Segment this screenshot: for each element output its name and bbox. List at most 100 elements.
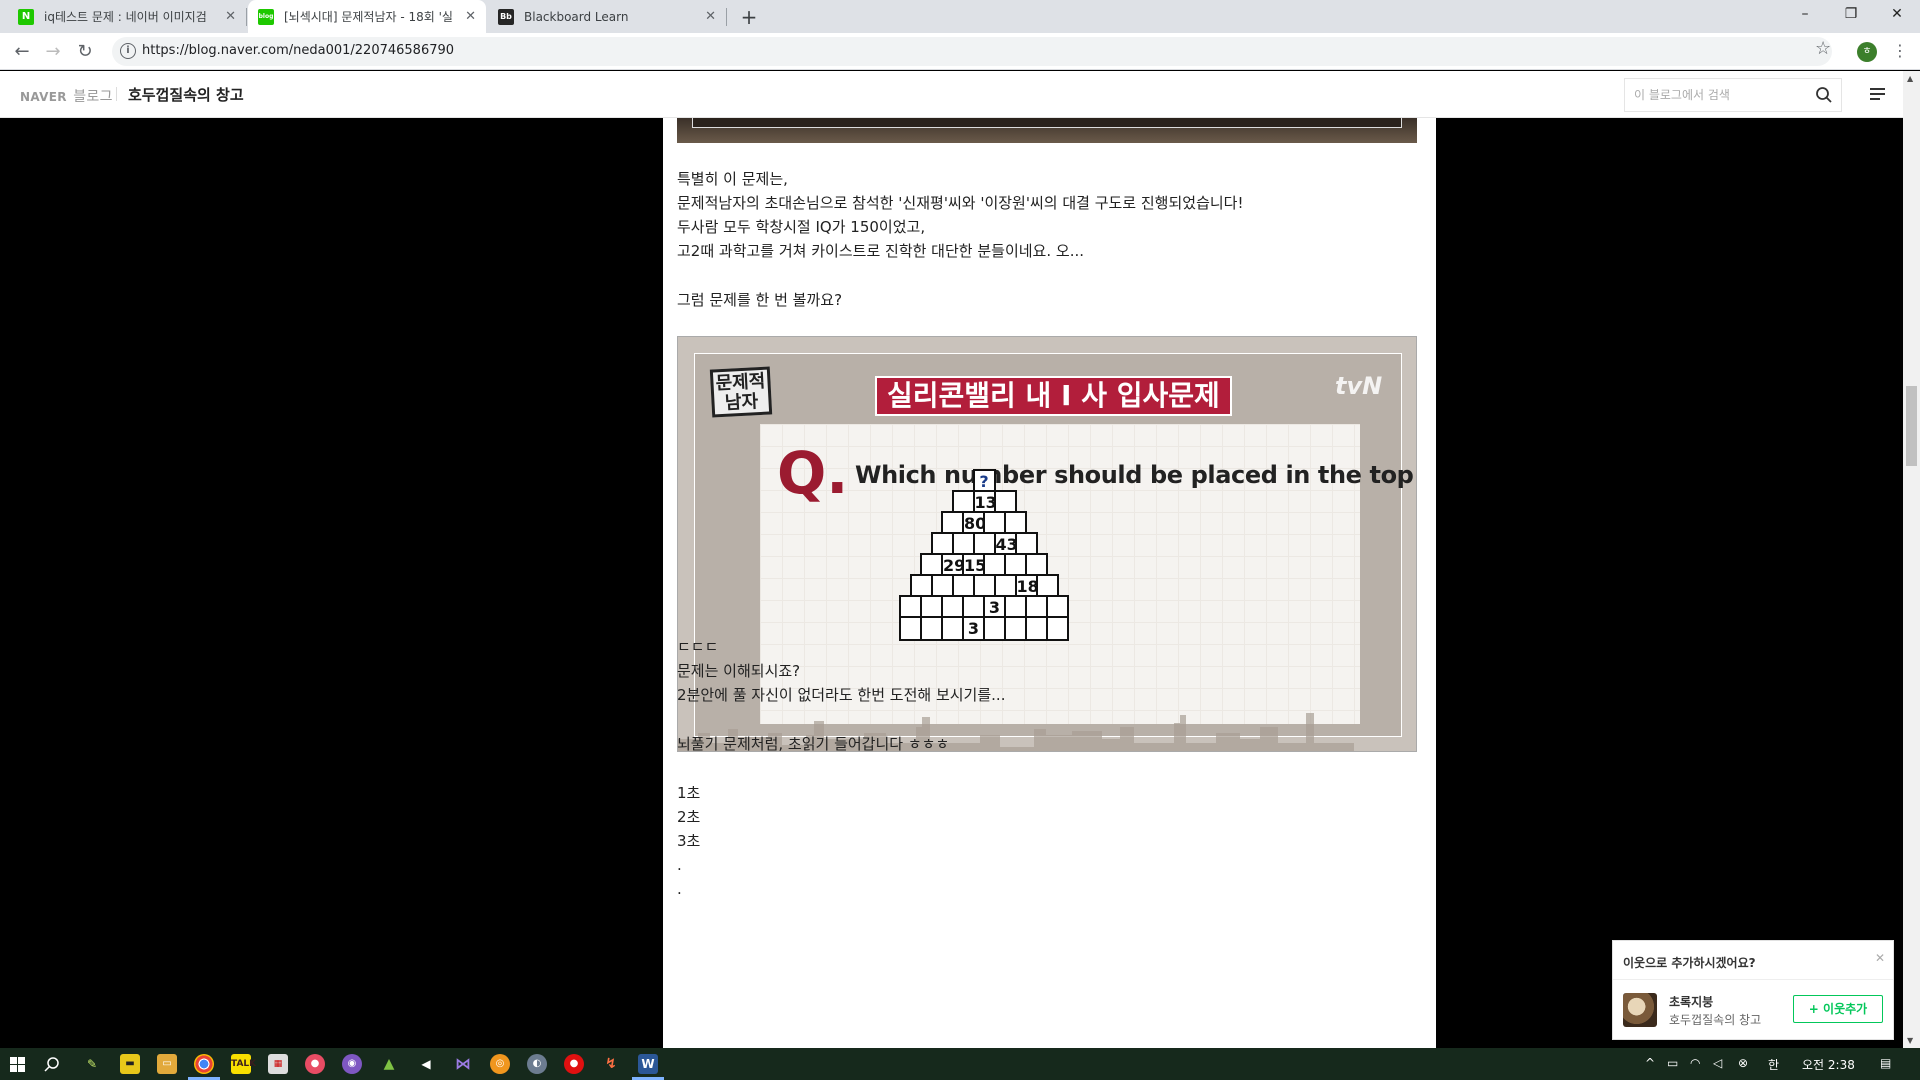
word-icon[interactable]: W <box>638 1054 658 1074</box>
tab-naver-image-search[interactable]: N iq테스트 문제 : 네이버 이미지검 ✕ <box>8 0 246 33</box>
tvn-logo: tvN <box>1335 372 1383 400</box>
post-content: 특별히 이 문제는, 문제적남자의 초대손님으로 참석한 '신재평'씨와 '이장… <box>663 118 1436 1048</box>
pyramid-box <box>1004 616 1027 641</box>
countdown-item: 1초 <box>677 784 701 802</box>
close-tab-icon[interactable]: ✕ <box>225 9 236 24</box>
pyramid-box <box>983 616 1006 641</box>
address-bar[interactable]: i https://blog.naver.com/neda001/2207465… <box>112 37 1832 66</box>
after-line: 2분안에 풀 자신이 없더라도 한번 도전해 보시기를... <box>677 686 1006 704</box>
pyramid-box <box>899 616 922 641</box>
blogger-avatar <box>1623 993 1657 1027</box>
blog-title[interactable]: 호두껍질속의 창고 <box>128 84 244 105</box>
blogger-name: 초록지붕 <box>1669 995 1714 1009</box>
battery-icon[interactable]: ▭ <box>1667 1056 1678 1070</box>
blender-icon[interactable]: ◎ <box>490 1054 510 1074</box>
pyramid-box <box>1046 616 1069 641</box>
clock[interactable]: 오전 2:38 <box>1802 1056 1855 1073</box>
close-icon[interactable]: ✕ <box>1875 951 1885 965</box>
visual-studio-icon[interactable]: ⋈ <box>453 1054 473 1074</box>
after-line: 문제는 이해되시죠? <box>677 662 801 680</box>
tray-expand-icon[interactable]: ^ <box>1645 1056 1655 1070</box>
calendar-app-icon[interactable]: ▦ <box>268 1054 288 1074</box>
naver-favicon-icon: N <box>18 8 34 25</box>
hamburger-menu-icon[interactable] <box>1868 85 1888 103</box>
tab-title: [뇌섹시대] 문제적남자 - 18회 '실 <box>284 10 453 24</box>
previous-image-fragment <box>677 118 1417 143</box>
pyramid-box <box>941 616 964 641</box>
show-logo: 문제적남자 <box>709 366 773 418</box>
windows-start-icon[interactable] <box>10 1057 25 1072</box>
naver-blog-logo[interactable]: NAVER 블로그 <box>20 86 113 106</box>
scroll-up-icon[interactable]: ▲ <box>1907 74 1913 83</box>
add-neighbor-button[interactable]: + 이웃추가 <box>1793 995 1883 1023</box>
notification-icon[interactable]: ▤ <box>1880 1056 1891 1070</box>
kakaotalk-icon[interactable]: TALK <box>231 1054 256 1074</box>
volume-icon[interactable]: ◁ <box>1713 1056 1722 1070</box>
wifi-icon[interactable]: ◠ <box>1690 1056 1700 1070</box>
pyramid-box <box>1025 616 1048 641</box>
blog-logo-text: 블로그 <box>73 89 113 105</box>
bookmark-star-icon[interactable]: ☆ <box>1815 38 1831 59</box>
scroll-down-icon[interactable]: ▼ <box>1907 1036 1913 1045</box>
prompt-line: 그럼 문제를 한 번 볼까요? <box>677 291 843 309</box>
tab-blog-post[interactable]: blog [뇌섹시대] 문제적남자 - 18회 '실 ✕ <box>248 0 486 33</box>
search-icon[interactable] <box>44 1056 60 1072</box>
ime-indicator[interactable]: 한 <box>1768 1056 1779 1073</box>
search-icon[interactable] <box>1815 86 1833 104</box>
blog-header: NAVER 블로그 호두껍질속의 창고 <box>0 71 1903 118</box>
intro-line: 특별히 이 문제는, <box>677 170 788 188</box>
android-studio-icon[interactable]: ▲ <box>379 1054 399 1074</box>
unity-icon[interactable]: ◐ <box>527 1054 547 1074</box>
blog-search-box <box>1624 78 1842 112</box>
add-neighbor-popup: 이웃으로 추가하시겠어요? ✕ 초록지붕 호두껍질속의 창고 + 이웃추가 <box>1612 940 1894 1040</box>
after-line: ㄷㄷㄷ <box>677 638 719 656</box>
intro-line: 두사람 모두 학창시절 IQ가 150이었고, <box>677 218 926 236</box>
scrollbar-thumb[interactable] <box>1906 386 1917 466</box>
pyramid-box: 3 <box>962 616 985 641</box>
tab-strip: N iq테스트 문제 : 네이버 이미지검 ✕ blog [뇌섹시대] 문제적남… <box>0 0 1920 33</box>
countdown-item: 3초 <box>677 832 701 850</box>
show-logo-text: 문제적남자 <box>715 370 766 414</box>
tab-title: iq테스트 문제 : 네이버 이미지검 <box>44 10 207 24</box>
popup-title: 이웃으로 추가하시겠어요? <box>1623 956 1756 970</box>
reload-icon[interactable]: ↻ <box>73 40 97 64</box>
discord-like-icon[interactable]: ◉ <box>342 1054 362 1074</box>
windows-taskbar: ✎ ▬ ▭ TALK ▦ ● ◉ ▲ ◀ ⋈ ◎ ◐ ● ↯ W ^ ▭ ◠ ◁… <box>0 1048 1920 1080</box>
tab-blackboard[interactable]: Bb Blackboard Learn ✕ <box>488 0 726 33</box>
quiz-headline: 실리콘밸리 내 I 사 입사문제 <box>875 376 1232 416</box>
site-info-icon[interactable]: i <box>120 43 136 59</box>
pen-app-icon[interactable]: ✎ <box>82 1054 102 1074</box>
intro-line: 문제적남자의 초대손님으로 참석한 '신재평'씨와 '이장원'씨의 대결 구도로… <box>677 194 1244 212</box>
forward-arrow-icon[interactable]: → <box>41 40 65 64</box>
close-tab-icon[interactable]: ✕ <box>465 9 476 24</box>
chrome-icon[interactable] <box>194 1054 214 1074</box>
intro-line: 고2때 과학고를 거쳐 카이스트로 진학한 대단한 분들이네요. 오... <box>677 242 1084 260</box>
sticky-notes-icon[interactable]: ▬ <box>120 1054 140 1074</box>
browser-toolbar: ← → ↻ i https://blog.naver.com/neda001/2… <box>0 33 1920 70</box>
new-tab-button[interactable]: + <box>736 4 762 30</box>
tab-title: Blackboard Learn <box>524 9 629 24</box>
countdown-item: . <box>677 880 682 898</box>
page-scrollbar[interactable]: ▲ ▼ <box>1903 71 1920 1048</box>
naver-logo-text: NAVER <box>20 90 67 104</box>
profile-avatar[interactable]: ㅎ <box>1857 42 1877 62</box>
record-app-icon[interactable]: ● <box>564 1054 584 1074</box>
matlab-icon[interactable]: ↯ <box>601 1054 621 1074</box>
countdown-item: 2초 <box>677 808 701 826</box>
more-menu-icon[interactable]: ⋮ <box>1892 41 1908 60</box>
file-explorer-icon[interactable]: ▭ <box>157 1054 177 1074</box>
minimize-button[interactable]: – <box>1782 0 1828 30</box>
restore-button[interactable]: ❐ <box>1828 0 1874 30</box>
blog-name: 호두껍질속의 창고 <box>1669 1013 1762 1027</box>
close-window-button[interactable]: ✕ <box>1874 0 1920 30</box>
speaker-app-icon[interactable]: ◀ <box>416 1054 436 1074</box>
q-letter: Q. <box>777 439 849 507</box>
countdown-intro: 뇌풀기 문제처럼, 초읽기 들어갑니다 ㅎㅎㅎ <box>677 735 950 753</box>
media-app-icon[interactable]: ● <box>305 1054 325 1074</box>
back-arrow-icon[interactable]: ← <box>10 40 34 64</box>
close-tab-icon[interactable]: ✕ <box>705 9 716 24</box>
pyramid-box <box>920 616 943 641</box>
naver-blog-favicon-icon: blog <box>258 8 274 25</box>
blog-search-input[interactable] <box>1625 79 1805 111</box>
tray-app-icon[interactable]: ⊗ <box>1738 1056 1748 1070</box>
